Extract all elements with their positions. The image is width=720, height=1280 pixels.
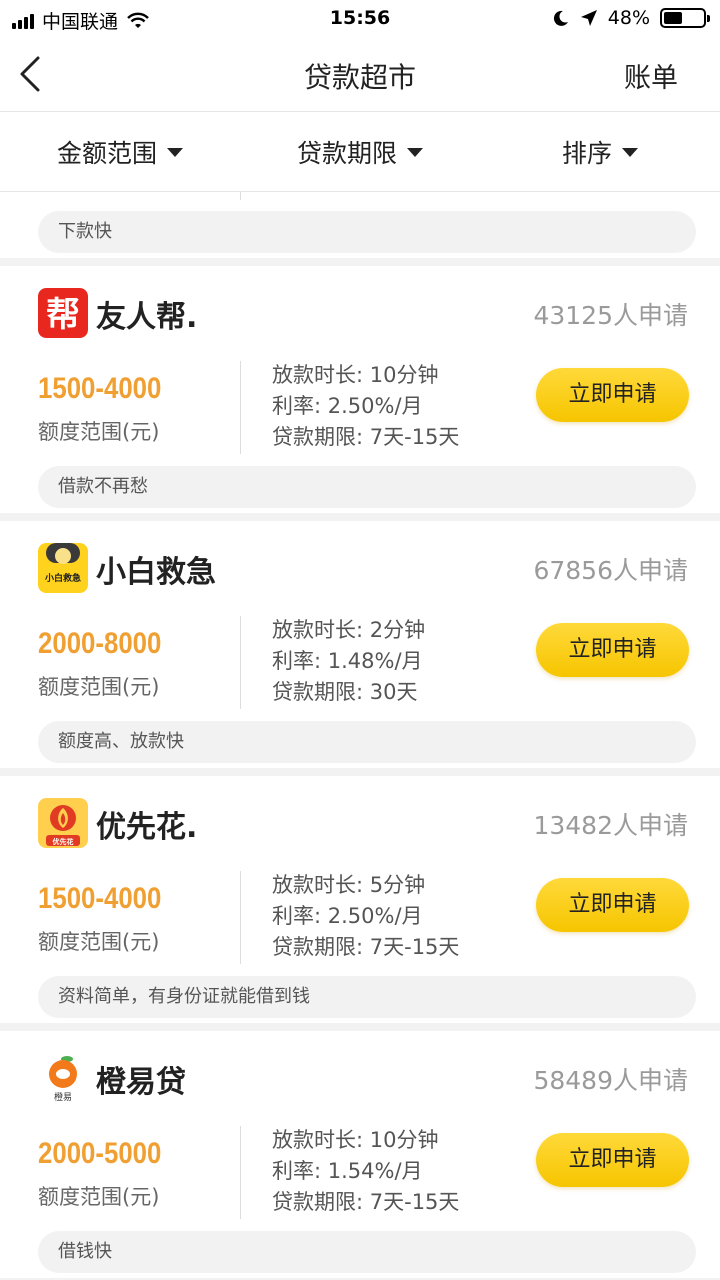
status-right: 48% <box>552 7 710 29</box>
amount-range-label: 额度范围(元) <box>38 930 160 954</box>
loan-time: 放款时长: 2分钟 <box>272 618 426 642</box>
divider <box>240 361 241 454</box>
interest-rate: 利率: 2.50%/月 <box>272 904 423 928</box>
filter-amount-range[interactable]: 金额范围 <box>0 112 240 191</box>
interest-rate: 利率: 2.50%/月 <box>272 394 423 418</box>
product-details: 放款时长: 5分钟 利率: 2.50%/月 贷款期限: 7天-15天 <box>272 870 459 963</box>
caret-down-icon <box>167 148 183 157</box>
status-bar: 中国联通 15:56 48% <box>0 0 720 40</box>
page-title: 贷款超市 <box>303 61 416 94</box>
product-card[interactable]: 优先花 优先花. 13482人申请 1500-4000 额度范围(元) 放款时长… <box>0 776 720 1031</box>
loan-time: 放款时长: 5分钟 <box>272 873 426 897</box>
nav-bar: 贷款超市 账单 <box>0 40 720 112</box>
product-details: 放款时长: 10分钟 利率: 1.54%/月 贷款期限: 7天-15天 <box>272 1125 459 1218</box>
product-tag: 额度高、放款快 <box>38 721 696 763</box>
amount-range: 1500-4000 <box>38 882 162 915</box>
amount-range: 2000-5000 <box>38 1137 162 1170</box>
product-details: 放款时长: 10分钟 利率: 2.50%/月 贷款期限: 7天-15天 <box>272 360 459 453</box>
product-name: 小白救急 <box>96 555 216 590</box>
filter-label: 金额范围 <box>56 138 157 168</box>
partial-product-card[interactable]: 下款快 <box>0 192 720 266</box>
product-name: 友人帮. <box>96 300 198 335</box>
product-details: 放款时长: 2分钟 利率: 1.48%/月 贷款期限: 30天 <box>272 615 425 708</box>
interest-rate: 利率: 1.54%/月 <box>272 1159 423 1183</box>
bill-button[interactable]: 账单 <box>624 56 678 95</box>
loan-term: 贷款期限: 7天-15天 <box>272 935 460 959</box>
filter-sort[interactable]: 排序 <box>480 112 720 191</box>
product-name: 橙易贷 <box>96 1065 186 1100</box>
apply-now-button[interactable]: 立即申请 <box>536 623 689 677</box>
filter-label: 排序 <box>561 138 612 168</box>
location-arrow-icon <box>580 10 597 26</box>
applicant-count: 58489人申请 <box>533 1066 688 1095</box>
loan-time: 放款时长: 10分钟 <box>272 1128 439 1152</box>
youxianhua-logo-icon: 优先花 <box>38 798 88 848</box>
interest-rate: 利率: 1.48%/月 <box>272 649 423 673</box>
caret-down-icon <box>622 148 638 157</box>
divider <box>240 871 241 964</box>
product-card[interactable]: 帮 友人帮. 43125人申请 1500-4000 额度范围(元) 放款时长: … <box>0 266 720 521</box>
applicant-count: 43125人申请 <box>533 301 688 330</box>
loan-time: 放款时长: 10分钟 <box>272 363 439 387</box>
product-name: 优先花. <box>96 810 198 845</box>
filter-label: 贷款期限 <box>296 138 397 168</box>
divider <box>240 616 241 709</box>
product-card[interactable]: 小白救急 小白救急 67856人申请 2000-8000 额度范围(元) 放款时… <box>0 521 720 776</box>
amount-range: 1500-4000 <box>38 372 162 405</box>
moon-icon <box>553 10 568 26</box>
apply-now-button[interactable]: 立即申请 <box>536 1133 689 1187</box>
xiaobai-logo-icon: 小白救急 <box>38 543 88 593</box>
applicant-count: 13482人申请 <box>533 811 688 840</box>
battery-percent: 48% <box>607 7 650 29</box>
loan-term: 贷款期限: 7天-15天 <box>272 1190 460 1214</box>
amount-range-label: 额度范围(元) <box>38 420 160 444</box>
youxianhua-logo-text: 优先花 <box>53 837 74 846</box>
bang-logo-icon: 帮 <box>38 288 88 338</box>
battery-icon <box>660 8 710 28</box>
filter-bar: 金额范围 贷款期限 排序 <box>0 112 720 192</box>
applicant-count: 67856人申请 <box>533 556 688 585</box>
xiaobai-logo-text: 小白救急 <box>44 572 81 584</box>
product-tag: 借款不再愁 <box>38 466 696 508</box>
chengyidai-logo-icon: 橙易 <box>38 1053 88 1103</box>
product-card[interactable]: 橙易 橙易贷 58489人申请 2000-5000 额度范围(元) 放款时长: … <box>0 1031 720 1280</box>
amount-range-label: 额度范围(元) <box>38 1185 160 1209</box>
product-tag: 借钱快 <box>38 1231 696 1273</box>
battery-fill <box>664 12 683 24</box>
chengyi-logo-text: 橙易 <box>54 1091 72 1103</box>
apply-now-button[interactable]: 立即申请 <box>536 368 689 422</box>
loan-term: 贷款期限: 30天 <box>272 680 418 704</box>
loan-term: 贷款期限: 7天-15天 <box>272 425 460 449</box>
amount-range: 2000-8000 <box>38 627 162 660</box>
filter-loan-term[interactable]: 贷款期限 <box>240 112 480 191</box>
caret-down-icon <box>407 148 423 157</box>
bang-logo-text: 帮 <box>46 295 80 335</box>
product-list[interactable]: 下款快 帮 友人帮. 43125人申请 1500-4000 额度范围(元) 放款… <box>0 192 720 1280</box>
divider <box>240 1126 241 1219</box>
amount-range-label: 额度范围(元) <box>38 675 160 699</box>
apply-now-button[interactable]: 立即申请 <box>536 878 689 932</box>
product-tag: 资料简单，有身份证就能借到钱 <box>38 976 696 1018</box>
product-tag: 下款快 <box>38 211 696 253</box>
divider <box>240 192 241 200</box>
